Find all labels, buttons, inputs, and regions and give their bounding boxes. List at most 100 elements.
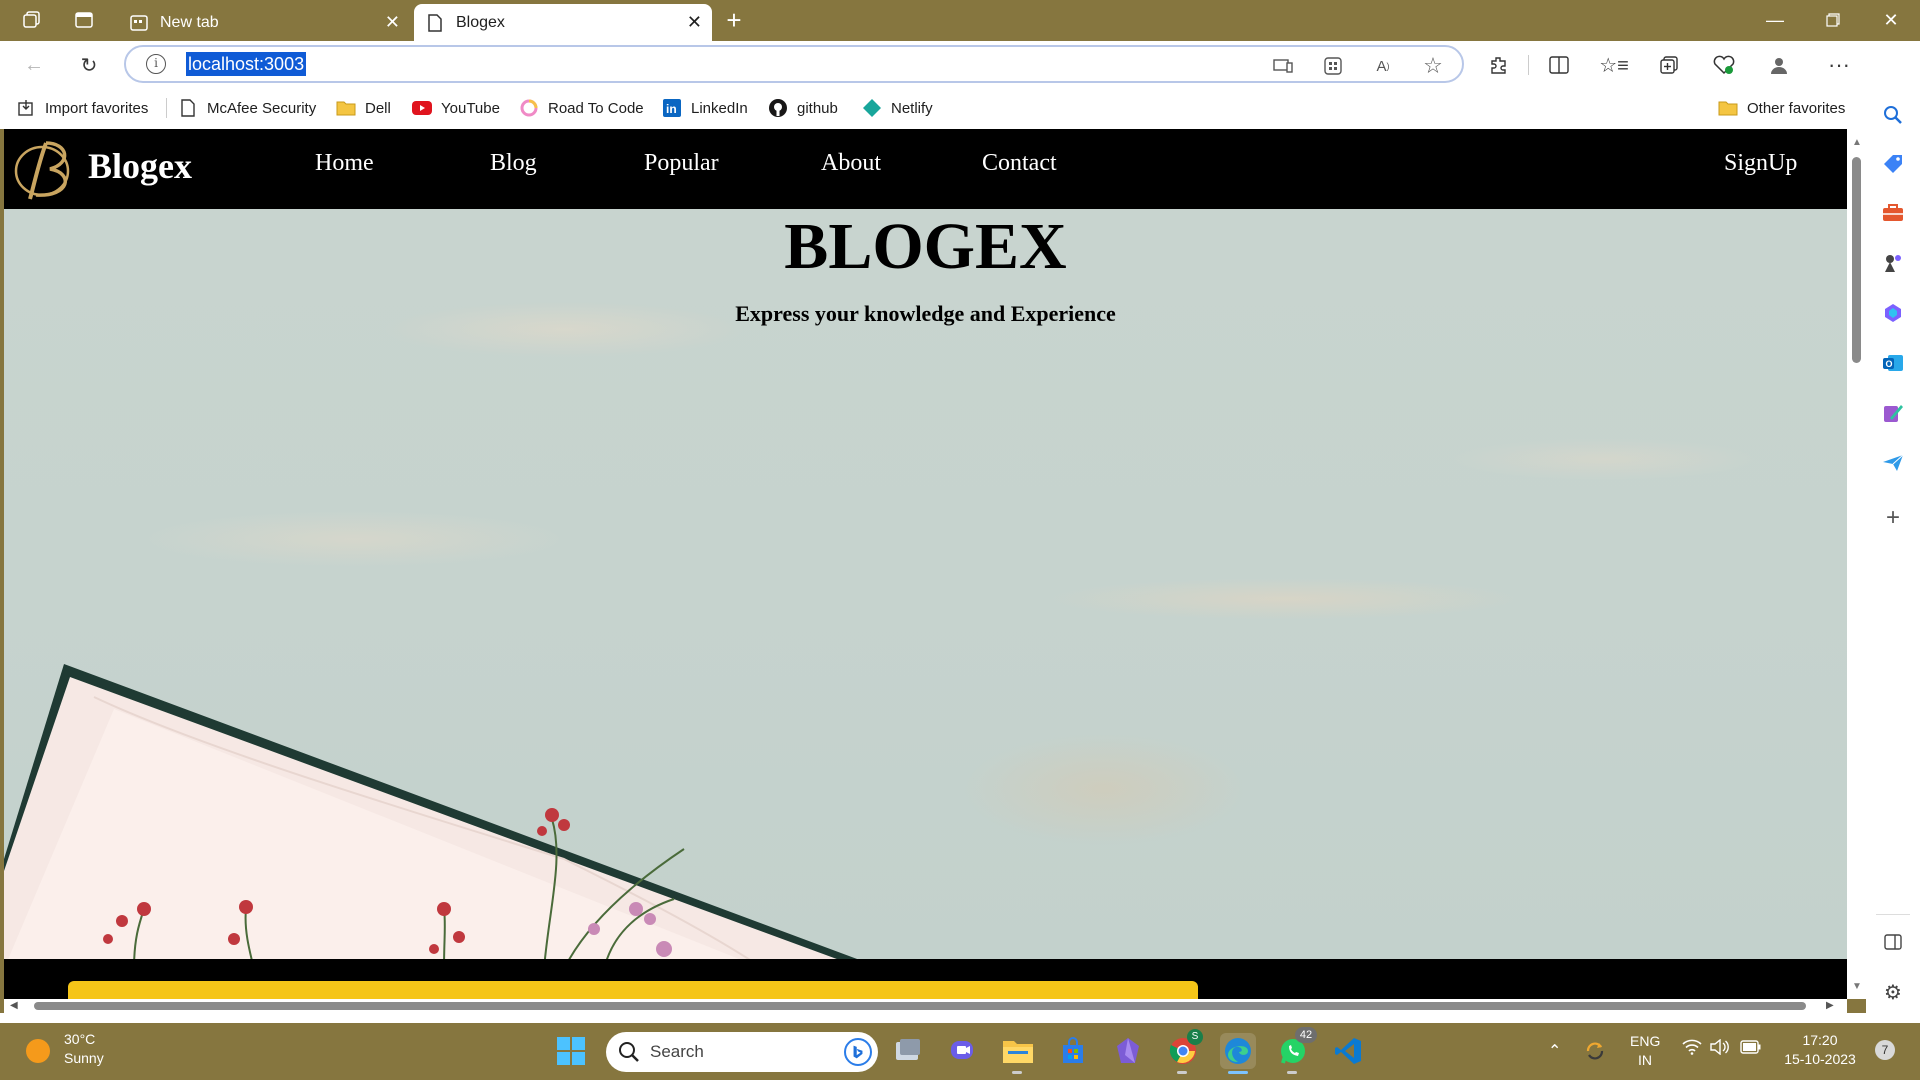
favorite-star-icon[interactable]: ☆ [1420,53,1446,79]
folder-icon [336,98,356,118]
nav-signup[interactable]: SignUp [1724,150,1797,177]
battery-icon[interactable] [1740,1040,1762,1057]
read-aloud-icon[interactable]: A) [1370,53,1396,79]
clock-date[interactable]: 15-10-2023 [1780,1051,1860,1067]
tab-title: New tab [160,13,219,31]
weather-desc[interactable]: Sunny [64,1050,104,1066]
tab-blogex[interactable]: Blogex ✕ [414,4,712,41]
sync-status-icon[interactable] [1580,1033,1610,1069]
nav-popular[interactable]: Popular [644,150,719,177]
fav-youtube[interactable]: YouTube [412,96,500,120]
windows-start-icon[interactable] [553,1033,589,1069]
more-options-icon[interactable]: ··· [1823,49,1855,81]
brand-logo-icon[interactable] [12,135,84,203]
url-text[interactable]: localhost:3003 [186,52,307,76]
sidebar-divider [1876,914,1910,915]
weather-temp[interactable]: 30°C [64,1031,95,1047]
language-region[interactable]: IN [1638,1052,1652,1068]
favorites-icon[interactable]: ☆≡ [1598,49,1630,81]
split-screen-icon[interactable] [1543,49,1575,81]
edge-icon[interactable] [1220,1033,1256,1074]
scroll-up-arrow-icon[interactable]: ▲ [1852,137,1862,148]
task-view-icon[interactable] [890,1033,926,1069]
notification-count-badge[interactable]: 7 [1875,1040,1895,1060]
qr-code-icon[interactable] [1320,53,1346,79]
site-info-icon[interactable]: i [146,54,166,74]
outlook-icon[interactable]: O [1879,349,1907,377]
linkedin-icon: in [662,98,682,118]
close-tab-icon[interactable]: ✕ [687,12,702,33]
fav-mcafee-security[interactable]: McAfee Security [178,96,316,120]
send-icon[interactable] [1879,449,1907,477]
address-bar[interactable]: i localhost:3003 A) ☆ [124,45,1464,83]
close-window-icon[interactable]: ✕ [1862,0,1920,40]
obsidian-app-icon[interactable] [1110,1033,1146,1069]
brand-name[interactable]: Blogex [88,145,192,187]
github-icon [768,98,788,118]
close-tab-icon[interactable]: ✕ [385,12,400,33]
fav-linkedin[interactable]: in LinkedIn [662,96,748,120]
fav-netlify[interactable]: Netlify [862,96,933,120]
profile-icon[interactable] [1763,49,1795,81]
scroll-left-arrow-icon[interactable]: ◀ [10,1000,18,1011]
restore-icon[interactable] [1804,0,1862,40]
favorites-bar: Import favorites McAfee Security Dell Yo… [0,88,1920,129]
nav-about[interactable]: About [821,150,881,177]
vertical-scrollbar[interactable]: ▲ ▼ [1847,129,1866,999]
nav-contact[interactable]: Contact [982,150,1057,177]
scroll-down-arrow-icon[interactable]: ▼ [1852,981,1862,992]
bing-icon[interactable] [844,1038,872,1066]
fav-label: Other favorites [1747,99,1846,117]
taskbar-search[interactable]: Search [606,1032,878,1072]
vertical-scroll-thumb[interactable] [1852,157,1861,363]
horizontal-scroll-thumb[interactable] [34,1002,1806,1010]
clock-time[interactable]: 17:20 [1780,1032,1860,1048]
language-code[interactable]: ENG [1630,1033,1660,1049]
tab-new-tab[interactable]: New tab ✕ [118,4,410,41]
chrome-icon[interactable]: S [1165,1029,1203,1074]
fav-road-to-code[interactable]: Road To Code [519,96,644,120]
show-hidden-icons-icon[interactable]: ⌃ [1548,1041,1561,1061]
windows-taskbar: 30°C Sunny Search S 42 ⌃ ENG IN 17:20 15… [0,1023,1920,1080]
extensions-icon[interactable] [1483,49,1515,81]
hero-subtitle: Express your knowledge and Experience [735,301,1116,326]
games-icon[interactable] [1879,249,1907,277]
browser-essentials-icon[interactable] [1708,49,1740,81]
fav-github[interactable]: github [768,96,838,120]
nav-blog[interactable]: Blog [490,150,537,177]
file-explorer-icon[interactable] [1000,1033,1036,1074]
wifi-icon[interactable] [1682,1039,1702,1060]
microsoft-store-icon[interactable] [1055,1033,1091,1069]
add-sidebar-app-icon[interactable]: + [1879,504,1907,532]
search-icon[interactable] [1879,101,1907,129]
site-navbar: Blogex Home Blog Popular About Contact S… [4,129,1847,209]
refresh-icon[interactable]: ↻ [73,49,105,81]
teams-chat-icon[interactable] [945,1033,981,1069]
vscode-icon[interactable] [1330,1033,1366,1069]
volume-icon[interactable] [1710,1038,1730,1058]
hide-sidebar-icon[interactable] [1879,928,1907,956]
tools-briefcase-icon[interactable] [1879,199,1907,227]
shopping-tag-icon[interactable] [1879,150,1907,178]
app-available-icon[interactable] [1270,53,1296,79]
fav-import-favorites[interactable]: Import favorites [16,96,148,120]
weather-sun-icon[interactable] [26,1039,50,1063]
nav-home[interactable]: Home [315,150,374,177]
fav-other-favorites[interactable]: Other favorites [1718,96,1845,120]
vertical-tabs-icon[interactable] [68,6,100,34]
horizontal-scrollbar[interactable]: ◀ ▶ [4,999,1847,1013]
back-icon[interactable]: ← [18,49,50,81]
svg-text:O: O [1886,359,1893,369]
fav-dell[interactable]: Dell [336,96,391,120]
microsoft-365-icon[interactable] [1879,299,1907,327]
whatsapp-icon[interactable]: 42 [1275,1027,1317,1074]
designer-icon[interactable] [1879,399,1907,427]
settings-gear-icon[interactable]: ⚙ [1879,978,1907,1006]
fav-label: YouTube [441,99,500,117]
minimize-icon[interactable]: — [1746,0,1804,40]
scroll-right-arrow-icon[interactable]: ▶ [1826,1000,1834,1011]
workspaces-icon[interactable] [16,6,48,34]
new-tab-button[interactable]: + [718,5,750,35]
running-indicator [1012,1071,1022,1074]
collections-icon[interactable] [1653,49,1685,81]
